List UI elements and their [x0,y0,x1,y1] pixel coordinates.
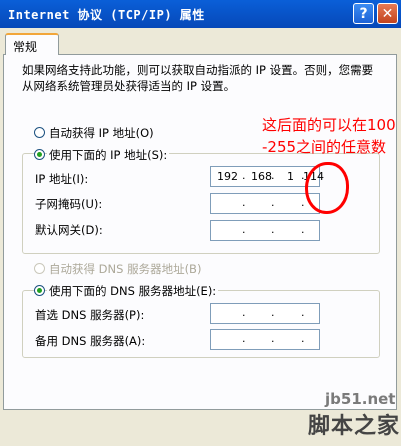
auto-dns-label[interactable]: 自动获得 DNS 服务器地址(B) [47,261,203,277]
ip-address-label: IP 地址(I): [35,172,89,186]
ip-dot: . [271,332,275,345]
ip-dot: . [242,169,246,182]
ip-octet-2: 168 [251,170,272,183]
subnet-mask-label: 子网掩码(U): [35,197,103,211]
ip-dot: . [301,223,305,236]
ip-dot: . [301,332,305,345]
auto-ip-radio[interactable] [34,127,45,138]
ip-dot: . [242,332,246,345]
ip-dot: . [271,223,275,236]
auto-dns-radio[interactable] [34,263,45,274]
manual-ip-radio[interactable] [34,149,45,160]
ip-octet-3: 1 [287,170,294,183]
manual-dns-label[interactable]: 使用下面的 DNS 服务器地址(E): [47,283,219,299]
ip-dot: . [301,306,305,319]
ip-dot: . [301,196,305,209]
watermark-brand: 脚本之家 [308,414,401,439]
close-icon[interactable]: ✕ [377,3,398,24]
watermark-url: jb51.net [325,390,396,408]
manual-dns-radio[interactable] [34,285,45,296]
gateway-label: 默认网关(D): [35,223,103,237]
ip-address-field[interactable]: 192 . 168 . 1 . 114 [210,166,324,187]
annotation-text: 这后面的可以在100 -255之间的任意数 [262,114,396,158]
manual-ip-label[interactable]: 使用下面的 IP 地址(S): [47,147,170,163]
ip-dot: . [242,223,246,236]
ip-dot: . [271,169,275,182]
help-icon[interactable]: ? [353,3,374,24]
alternate-dns-label: 备用 DNS 服务器(A): [35,334,146,348]
alternate-dns-field[interactable]: . . . [210,329,320,350]
ip-dot: . [242,196,246,209]
annotation-line-1: 这后面的可以在100 [262,116,396,134]
preferred-dns-field[interactable]: . . . [210,303,320,324]
ip-dot: . [271,196,275,209]
ip-dot: . [271,306,275,319]
auto-ip-label[interactable]: 自动获得 IP 地址(O) [47,125,156,141]
annotation-circle [305,162,349,214]
preferred-dns-label: 首选 DNS 服务器(P): [35,308,145,322]
intro-text: 如果网络支持此功能，则可以获取自动指派的 IP 设置。否则，您需要从网络系统管理… [22,63,374,93]
tab-general[interactable]: 常规 [5,33,59,55]
window-title: Internet 协议 (TCP/IP) 属性 [8,8,205,22]
gateway-field[interactable]: . . . [210,220,320,241]
ip-dot: . [242,306,246,319]
ip-octet-1: 192 [217,170,238,183]
title-bar: Internet 协议 (TCP/IP) 属性 ? ✕ [0,0,401,28]
subnet-mask-field[interactable]: . . . [210,193,320,214]
annotation-line-2: -255之间的任意数 [262,138,387,156]
